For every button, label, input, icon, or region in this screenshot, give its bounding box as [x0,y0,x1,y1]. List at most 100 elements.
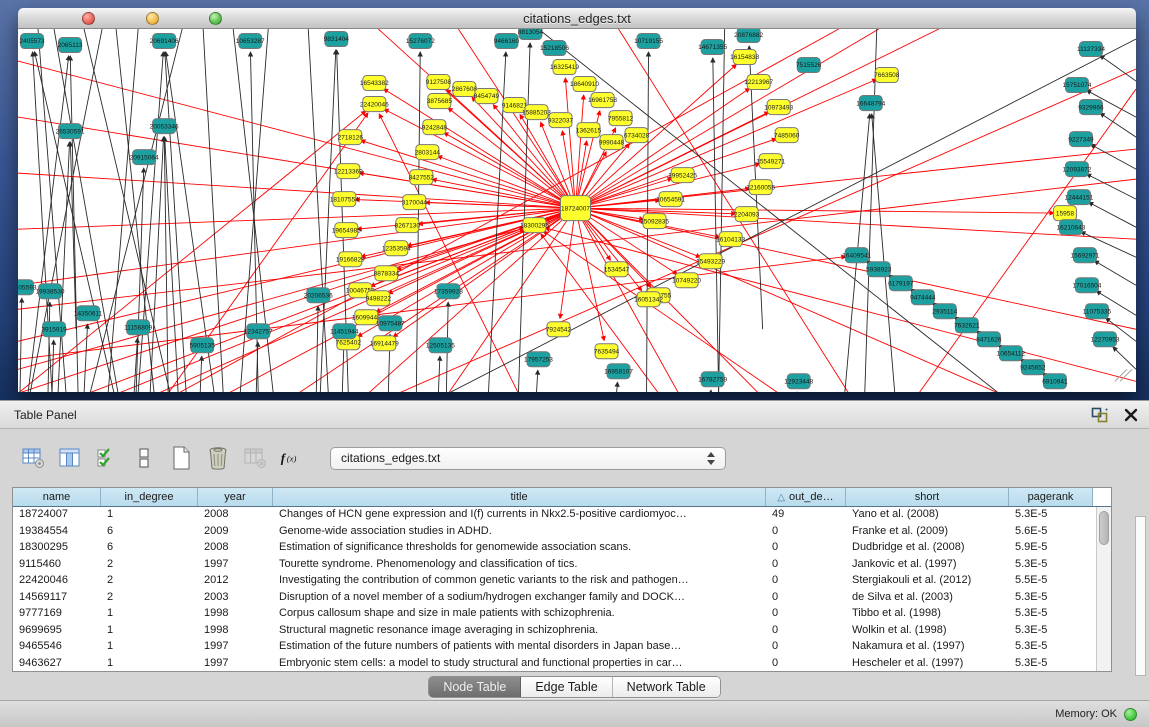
row-layout-icon[interactable] [131,445,157,471]
network-node[interactable]: 18107554 [330,192,359,207]
network-canvas[interactable]: 1872400722420046271812612213369181075541… [18,29,1136,392]
network-node[interactable]: 8813054 [518,29,544,40]
network-node[interactable]: 5938923 [866,262,892,277]
network-node[interactable]: 1534547 [604,262,630,277]
network-node[interactable]: 18640910 [570,77,599,92]
network-node[interactable]: 15958 [1053,206,1076,221]
network-node[interactable]: 16543382 [360,76,389,91]
network-node[interactable]: 9466160 [494,34,520,49]
column-header-in_degree[interactable]: in_degree [101,488,198,506]
network-node[interactable]: 10653287 [236,34,265,49]
network-node[interactable]: 12342757 [244,324,273,339]
network-node[interactable]: 2405573 [19,34,45,49]
network-node[interactable]: 7632621 [954,318,980,333]
network-node[interactable]: 7485060 [774,128,800,143]
network-node[interactable]: 2803144 [415,145,441,160]
network-node[interactable]: 10749220 [672,273,701,288]
network-node[interactable]: 12213369 [334,164,363,179]
network-node[interactable]: 12353594 [382,241,411,256]
table-row[interactable]: 911546021997Tourette syndrome. Phenomeno… [13,557,1111,574]
network-node[interactable]: 10654112 [997,346,1026,361]
network-node[interactable]: 22420046 [360,97,389,112]
network-node[interactable]: 3915919 [41,322,67,337]
table-row[interactable]: 946362711997Embryonic stem cells: a mode… [13,656,1111,673]
network-node[interactable]: 9245652 [1020,360,1046,375]
scrollbar-thumb[interactable] [1099,511,1109,545]
network-node[interactable]: 17016504 [1072,278,1101,293]
network-node[interactable]: 7955812 [608,111,634,126]
network-node[interactable]: 20915064 [130,150,159,165]
network-node[interactable]: 9329966 [1078,100,1104,115]
table-row[interactable]: 2242004622012Investigating the contribut… [13,573,1111,590]
network-node[interactable]: 7635494 [594,344,620,359]
function-builder-icon[interactable]: f(x) [279,445,305,471]
network-node[interactable]: 20053346 [150,119,179,134]
network-node[interactable]: 9831404 [324,32,350,47]
network-node[interactable]: 9127508 [426,75,452,90]
network-node[interactable]: 19166829 [336,252,365,267]
network-node[interactable]: 7515526 [796,58,822,73]
column-header-short[interactable]: short [846,488,1009,506]
network-node[interactable]: 16958107 [604,364,633,379]
table-selector-dropdown[interactable]: citations_edges.txt [330,447,726,470]
network-node[interactable]: 19654985 [332,223,361,238]
network-node[interactable]: 2867608 [452,82,478,97]
network-node[interactable]: 10975487 [376,316,405,331]
network-node[interactable]: 8878334 [374,266,400,281]
network-node[interactable]: 12160055 [746,180,775,195]
network-node[interactable]: 16154838 [730,50,759,65]
network-node[interactable]: 16914479 [370,336,399,351]
network-node[interactable]: 8454749 [474,89,500,104]
network-node[interactable]: 15549271 [756,154,785,169]
table-row[interactable]: 946554611997Estimation of the future num… [13,639,1111,656]
memory-ok-indicator[interactable] [1124,708,1137,721]
network-node[interactable]: 16099448 [352,310,381,325]
network-node[interactable]: 16648794 [856,96,885,111]
network-node[interactable]: 9498222 [366,291,392,306]
network-node[interactable]: 19952425 [668,168,697,183]
network-node[interactable]: 15885203 [522,105,551,120]
tab-network-table[interactable]: Network Table [613,677,720,697]
network-node[interactable]: 12923448 [784,374,813,389]
table-row[interactable]: 977716911998Corpus callosum shape and si… [13,606,1111,623]
network-node[interactable]: 11075335 [1083,304,1112,319]
network-node[interactable]: 12444151 [1064,190,1093,205]
network-node[interactable]: 16782759 [698,372,727,387]
network-node[interactable]: 9474444 [910,290,936,305]
tab-node-table[interactable]: Node Table [429,677,521,697]
network-node[interactable]: 2204093 [734,207,760,222]
network-node[interactable]: 8427552 [409,170,435,185]
network-node[interactable]: 17359928 [434,284,463,299]
network-node[interactable]: 8267130 [395,218,421,233]
table-row[interactable]: 1830029562008Estimation of significance … [13,540,1111,557]
network-node[interactable]: 15692971 [1070,248,1099,263]
column-header-pagerank[interactable]: pagerank [1009,488,1093,506]
table-vertical-scrollbar[interactable] [1096,507,1111,671]
network-node[interactable]: 19938530 [36,284,65,299]
window-titlebar[interactable]: citations_edges.txt [18,8,1136,29]
network-node[interactable]: 18300295 [520,218,549,233]
network-node[interactable]: 11451944 [330,324,359,339]
network-node[interactable]: 10719155 [634,34,663,49]
table-row[interactable]: 1938455462009Genome-wide association stu… [13,524,1111,541]
network-node[interactable]: 20691406 [150,34,179,49]
network-node[interactable]: 12505135 [426,338,455,353]
new-column-icon[interactable] [168,445,194,471]
network-node[interactable]: 9146821 [502,98,528,113]
network-node[interactable]: 9322037 [548,113,574,128]
network-node[interactable]: 3170044 [402,195,428,210]
network-node[interactable]: 2718126 [338,130,364,145]
network-node[interactable]: 3875685 [427,94,453,109]
network-node[interactable]: 26530591 [56,124,85,139]
network-node[interactable]: 10654591 [656,192,685,207]
network-node[interactable]: 9242848 [422,120,448,135]
network-node[interactable]: 12270953 [1091,332,1120,347]
network-node[interactable]: 7924542 [546,322,572,337]
network-node[interactable]: 12213967 [744,75,773,90]
network-node[interactable]: 16104133 [716,232,745,247]
network-node[interactable]: 9990448 [599,135,625,150]
network-node[interactable]: 15276072 [406,34,435,49]
network-node[interactable]: 14671355 [698,40,727,55]
delete-trash-icon[interactable] [205,445,231,471]
column-header-year[interactable]: year [198,488,273,506]
